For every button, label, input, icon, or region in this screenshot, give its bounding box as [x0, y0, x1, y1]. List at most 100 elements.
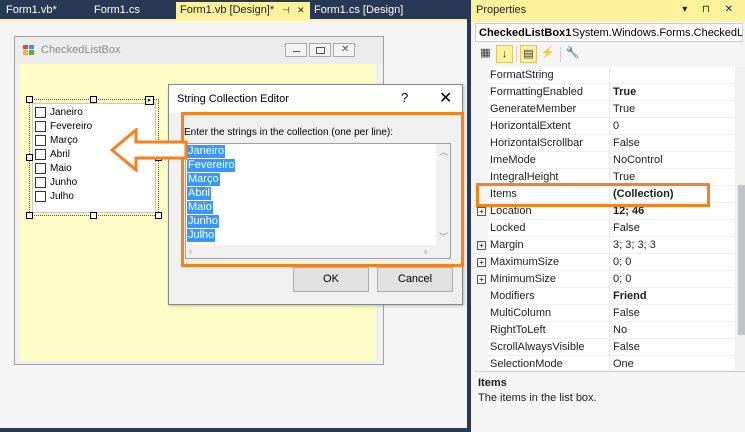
designer-bottom-border — [0, 428, 467, 432]
property-name: MaximumSize — [490, 256, 560, 268]
tab-form1-cs-design[interactable]: Form1.cs [Design] — [310, 2, 420, 20]
checkbox[interactable] — [35, 191, 46, 202]
panel-window-buttons[interactable]: ▾ ⊓ ✕ — [682, 4, 739, 15]
resize-handle-se[interactable] — [155, 212, 162, 219]
list-item-label: Junho — [50, 177, 78, 188]
expand-icon[interactable]: + — [477, 207, 486, 216]
property-value[interactable]: False — [613, 222, 640, 234]
property-value[interactable]: No — [613, 324, 627, 336]
document-tab-strip: Form1.vb* Form1.cs Form1.vb [Design]* ⊣ … — [0, 0, 467, 20]
property-row[interactable]: + Margin 3; 3; 3; 3 — [475, 237, 735, 254]
list-item-label: Maio — [50, 163, 72, 174]
property-value[interactable]: True — [613, 103, 635, 115]
tab-form1-cs[interactable]: Form1.cs — [90, 2, 176, 20]
properties-title-bar: Properties ▾ ⊓ ✕ — [471, 0, 745, 22]
property-row[interactable]: ScrollAlwaysVisible False — [475, 339, 735, 356]
property-row[interactable]: MultiColumn False — [475, 305, 735, 322]
property-row[interactable]: + MaximumSize 0; 0 — [475, 254, 735, 271]
property-row[interactable]: SelectionMode One — [475, 356, 735, 370]
property-value[interactable]: Friend — [613, 290, 647, 302]
property-value[interactable]: 3; 3; 3; 3 — [613, 239, 656, 251]
property-value[interactable]: False — [613, 137, 640, 149]
checkbox[interactable] — [35, 107, 46, 118]
form-close-button[interactable]: ✕ — [333, 43, 355, 57]
property-row[interactable]: FormatString — [475, 67, 735, 84]
ok-button[interactable]: OK — [293, 267, 369, 292]
property-value[interactable]: One — [613, 358, 634, 370]
property-row[interactable]: + MinimumSize 0; 0 — [475, 271, 735, 288]
property-pages-icon[interactable]: 🔧 — [564, 45, 581, 63]
toolbar-separator — [516, 47, 517, 62]
description-title: Items — [478, 377, 507, 389]
resize-handle-w[interactable] — [26, 154, 33, 161]
minimize-button[interactable] — [285, 43, 307, 57]
tab-form1-vb-design[interactable]: Form1.vb [Design]* ⊣ ✕ — [176, 2, 310, 20]
property-value[interactable]: NoControl — [613, 154, 663, 166]
list-item-label: Abril — [50, 149, 71, 160]
property-row[interactable]: HorizontalExtent 0 — [475, 118, 735, 135]
resize-grip-icon[interactable]: ⋰ — [452, 294, 460, 303]
resize-handle-n[interactable] — [90, 96, 97, 103]
column-divider — [609, 118, 610, 135]
property-name: FormatString — [490, 69, 554, 81]
property-row[interactable]: GenerateMember True — [475, 101, 735, 118]
row-gutter — [475, 356, 488, 370]
checkbox[interactable] — [35, 135, 46, 146]
expand-icon[interactable]: + — [477, 258, 486, 267]
dialog-close-icon[interactable]: ✕ — [439, 88, 452, 108]
property-name: HorizontalScrollbar — [490, 137, 583, 149]
smart-tag-icon[interactable]: ▸ — [145, 96, 154, 105]
categorized-icon[interactable]: ▦ — [477, 45, 494, 63]
property-grid-scrollbar[interactable] — [735, 67, 745, 370]
description-text: The items in the list box. — [478, 392, 597, 404]
property-name: IntegralHeight — [490, 171, 559, 183]
maximize-button[interactable] — [309, 43, 331, 57]
property-row[interactable]: RightToLeft No — [475, 322, 735, 339]
alphabetical-icon[interactable]: ↓ — [496, 45, 513, 63]
property-row[interactable]: Modifiers Friend — [475, 288, 735, 305]
property-value[interactable]: False — [613, 341, 640, 353]
row-gutter — [475, 67, 488, 84]
property-name: FormattingEnabled — [490, 86, 583, 98]
row-gutter — [475, 220, 488, 237]
checkbox[interactable] — [35, 121, 46, 132]
row-gutter — [475, 322, 488, 339]
property-name: Locked — [490, 222, 526, 234]
row-gutter — [475, 118, 488, 135]
property-row[interactable]: HorizontalScrollbar False — [475, 135, 735, 152]
tab-label: Form1.vb [Design]* — [180, 4, 275, 16]
property-value[interactable]: True — [613, 86, 636, 98]
form-title-bar: CheckedListBox ✕ — [15, 37, 383, 64]
property-value[interactable]: 0; 0 — [613, 273, 631, 285]
help-icon[interactable]: ? — [401, 90, 408, 105]
property-row[interactable]: FormattingEnabled True — [475, 84, 735, 101]
close-icon[interactable]: ✕ — [297, 2, 305, 19]
column-divider — [609, 237, 610, 254]
annotation-box-items — [476, 183, 710, 207]
object-selector[interactable]: CheckedListBox1 System.Windows.Forms.Che… — [475, 23, 743, 42]
events-icon[interactable]: ⚡ — [539, 45, 556, 63]
tab-form1-vb[interactable]: Form1.vb* — [2, 2, 90, 20]
checkbox[interactable] — [35, 149, 46, 160]
resize-handle-s[interactable] — [90, 212, 97, 219]
object-name: CheckedListBox1 — [479, 27, 572, 39]
resize-handle-nw[interactable] — [26, 96, 33, 103]
property-value[interactable]: 0 — [613, 120, 619, 132]
property-row[interactable]: Locked False — [475, 220, 735, 237]
scrollbar-thumb[interactable] — [738, 185, 745, 335]
row-gutter — [475, 84, 488, 101]
property-value[interactable]: False — [613, 307, 640, 319]
row-gutter — [475, 135, 488, 152]
checkbox[interactable] — [35, 177, 46, 188]
property-value[interactable]: True — [613, 171, 635, 183]
row-gutter — [475, 152, 488, 169]
pin-icon[interactable]: ⊣ — [282, 2, 290, 19]
property-row[interactable]: ImeMode NoControl — [475, 152, 735, 169]
resize-handle-sw[interactable] — [26, 212, 33, 219]
expand-icon[interactable]: + — [477, 241, 486, 250]
cancel-button[interactable]: Cancel — [377, 267, 453, 292]
checkbox[interactable] — [35, 163, 46, 174]
expand-icon[interactable]: + — [477, 275, 486, 284]
property-value[interactable]: 0; 0 — [613, 256, 631, 268]
properties-view-icon[interactable]: ▤ — [520, 45, 537, 63]
